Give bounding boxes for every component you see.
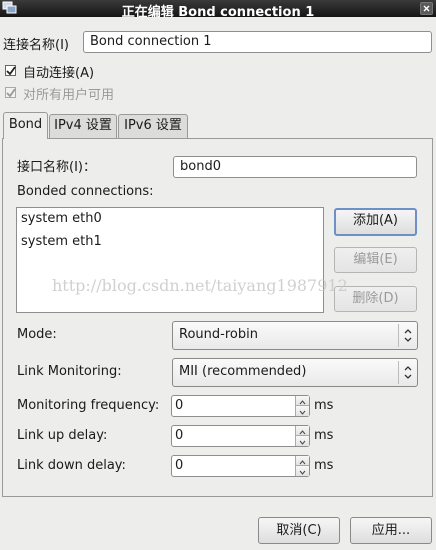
- tab-ipv6[interactable]: IPv6 设置: [118, 114, 188, 138]
- interface-name-label: 接口名称(I)：: [17, 160, 96, 175]
- link-down-delay-unit: ms: [314, 458, 334, 473]
- mode-select[interactable]: Round-robin: [172, 321, 418, 350]
- updown-arrows-icon: [398, 361, 417, 384]
- checkmark-icon: [6, 66, 16, 76]
- link-down-delay-value: 0: [175, 458, 184, 473]
- spin-down-icon[interactable]: [295, 406, 309, 416]
- mode-label: Mode:: [17, 327, 57, 342]
- link-up-delay-value: 0: [175, 428, 184, 443]
- link-monitoring-value: MII (recommended): [179, 364, 307, 379]
- auto-connect-label: 自动连接(A): [23, 66, 95, 81]
- spin-down-icon[interactable]: [295, 466, 309, 476]
- link-monitoring-label: Link Monitoring:: [17, 364, 122, 379]
- monitoring-frequency-value: 0: [175, 398, 184, 413]
- link-up-delay-spinner[interactable]: 0: [171, 425, 310, 447]
- checkmark-icon: [6, 88, 16, 98]
- window-title: 正在编辑 Bond connection 1: [121, 5, 315, 20]
- tab-bond[interactable]: Bond: [3, 112, 48, 139]
- mode-value: Round-robin: [179, 327, 258, 342]
- close-icon[interactable]: [420, 2, 433, 15]
- all-users-label: 对所有用户可用: [23, 88, 115, 103]
- bonded-connections-label: Bonded connections:: [17, 184, 154, 199]
- link-monitoring-select[interactable]: MII (recommended): [172, 358, 418, 387]
- monitoring-frequency-spinner[interactable]: 0: [171, 395, 310, 417]
- bonded-connections-list[interactable]: system eth0 system eth1: [16, 207, 324, 313]
- tab-ipv4[interactable]: IPv4 设置: [49, 114, 117, 138]
- monitoring-frequency-label: Monitoring frequency:: [17, 398, 160, 413]
- link-up-delay-unit: ms: [314, 428, 334, 443]
- list-item[interactable]: system eth1: [21, 234, 102, 249]
- apply-button[interactable]: 应用...: [350, 517, 432, 544]
- connection-name-input[interactable]: Bond connection 1: [83, 31, 432, 53]
- spin-up-icon[interactable]: [295, 426, 309, 436]
- edit-button[interactable]: 编辑(E): [334, 247, 417, 273]
- connection-name-label: 连接名称(I): [3, 38, 69, 53]
- watermark-text: http://blog.csdn.net/taiyang1987912: [52, 276, 348, 295]
- link-down-delay-spinner[interactable]: 0: [171, 455, 310, 477]
- monitoring-frequency-unit: ms: [314, 398, 334, 413]
- link-up-delay-label: Link up delay:: [17, 428, 108, 443]
- auto-connect-checkbox[interactable]: [5, 65, 16, 76]
- list-item[interactable]: system eth0: [21, 211, 102, 226]
- bond-tab-panel: 接口名称(I)： bond0 Bonded connections: syste…: [2, 138, 433, 497]
- updown-arrows-icon: [398, 324, 417, 347]
- all-users-checkbox: [5, 87, 16, 98]
- link-down-delay-label: Link down delay:: [17, 458, 126, 473]
- interface-name-input[interactable]: bond0: [173, 156, 417, 178]
- window-titlebar: 正在编辑 Bond connection 1: [0, 0, 436, 20]
- cancel-button[interactable]: 取消(C): [258, 517, 340, 544]
- spin-up-icon[interactable]: [295, 396, 309, 406]
- add-button[interactable]: 添加(A): [334, 208, 417, 236]
- spin-up-icon[interactable]: [295, 456, 309, 466]
- spin-down-icon[interactable]: [295, 436, 309, 446]
